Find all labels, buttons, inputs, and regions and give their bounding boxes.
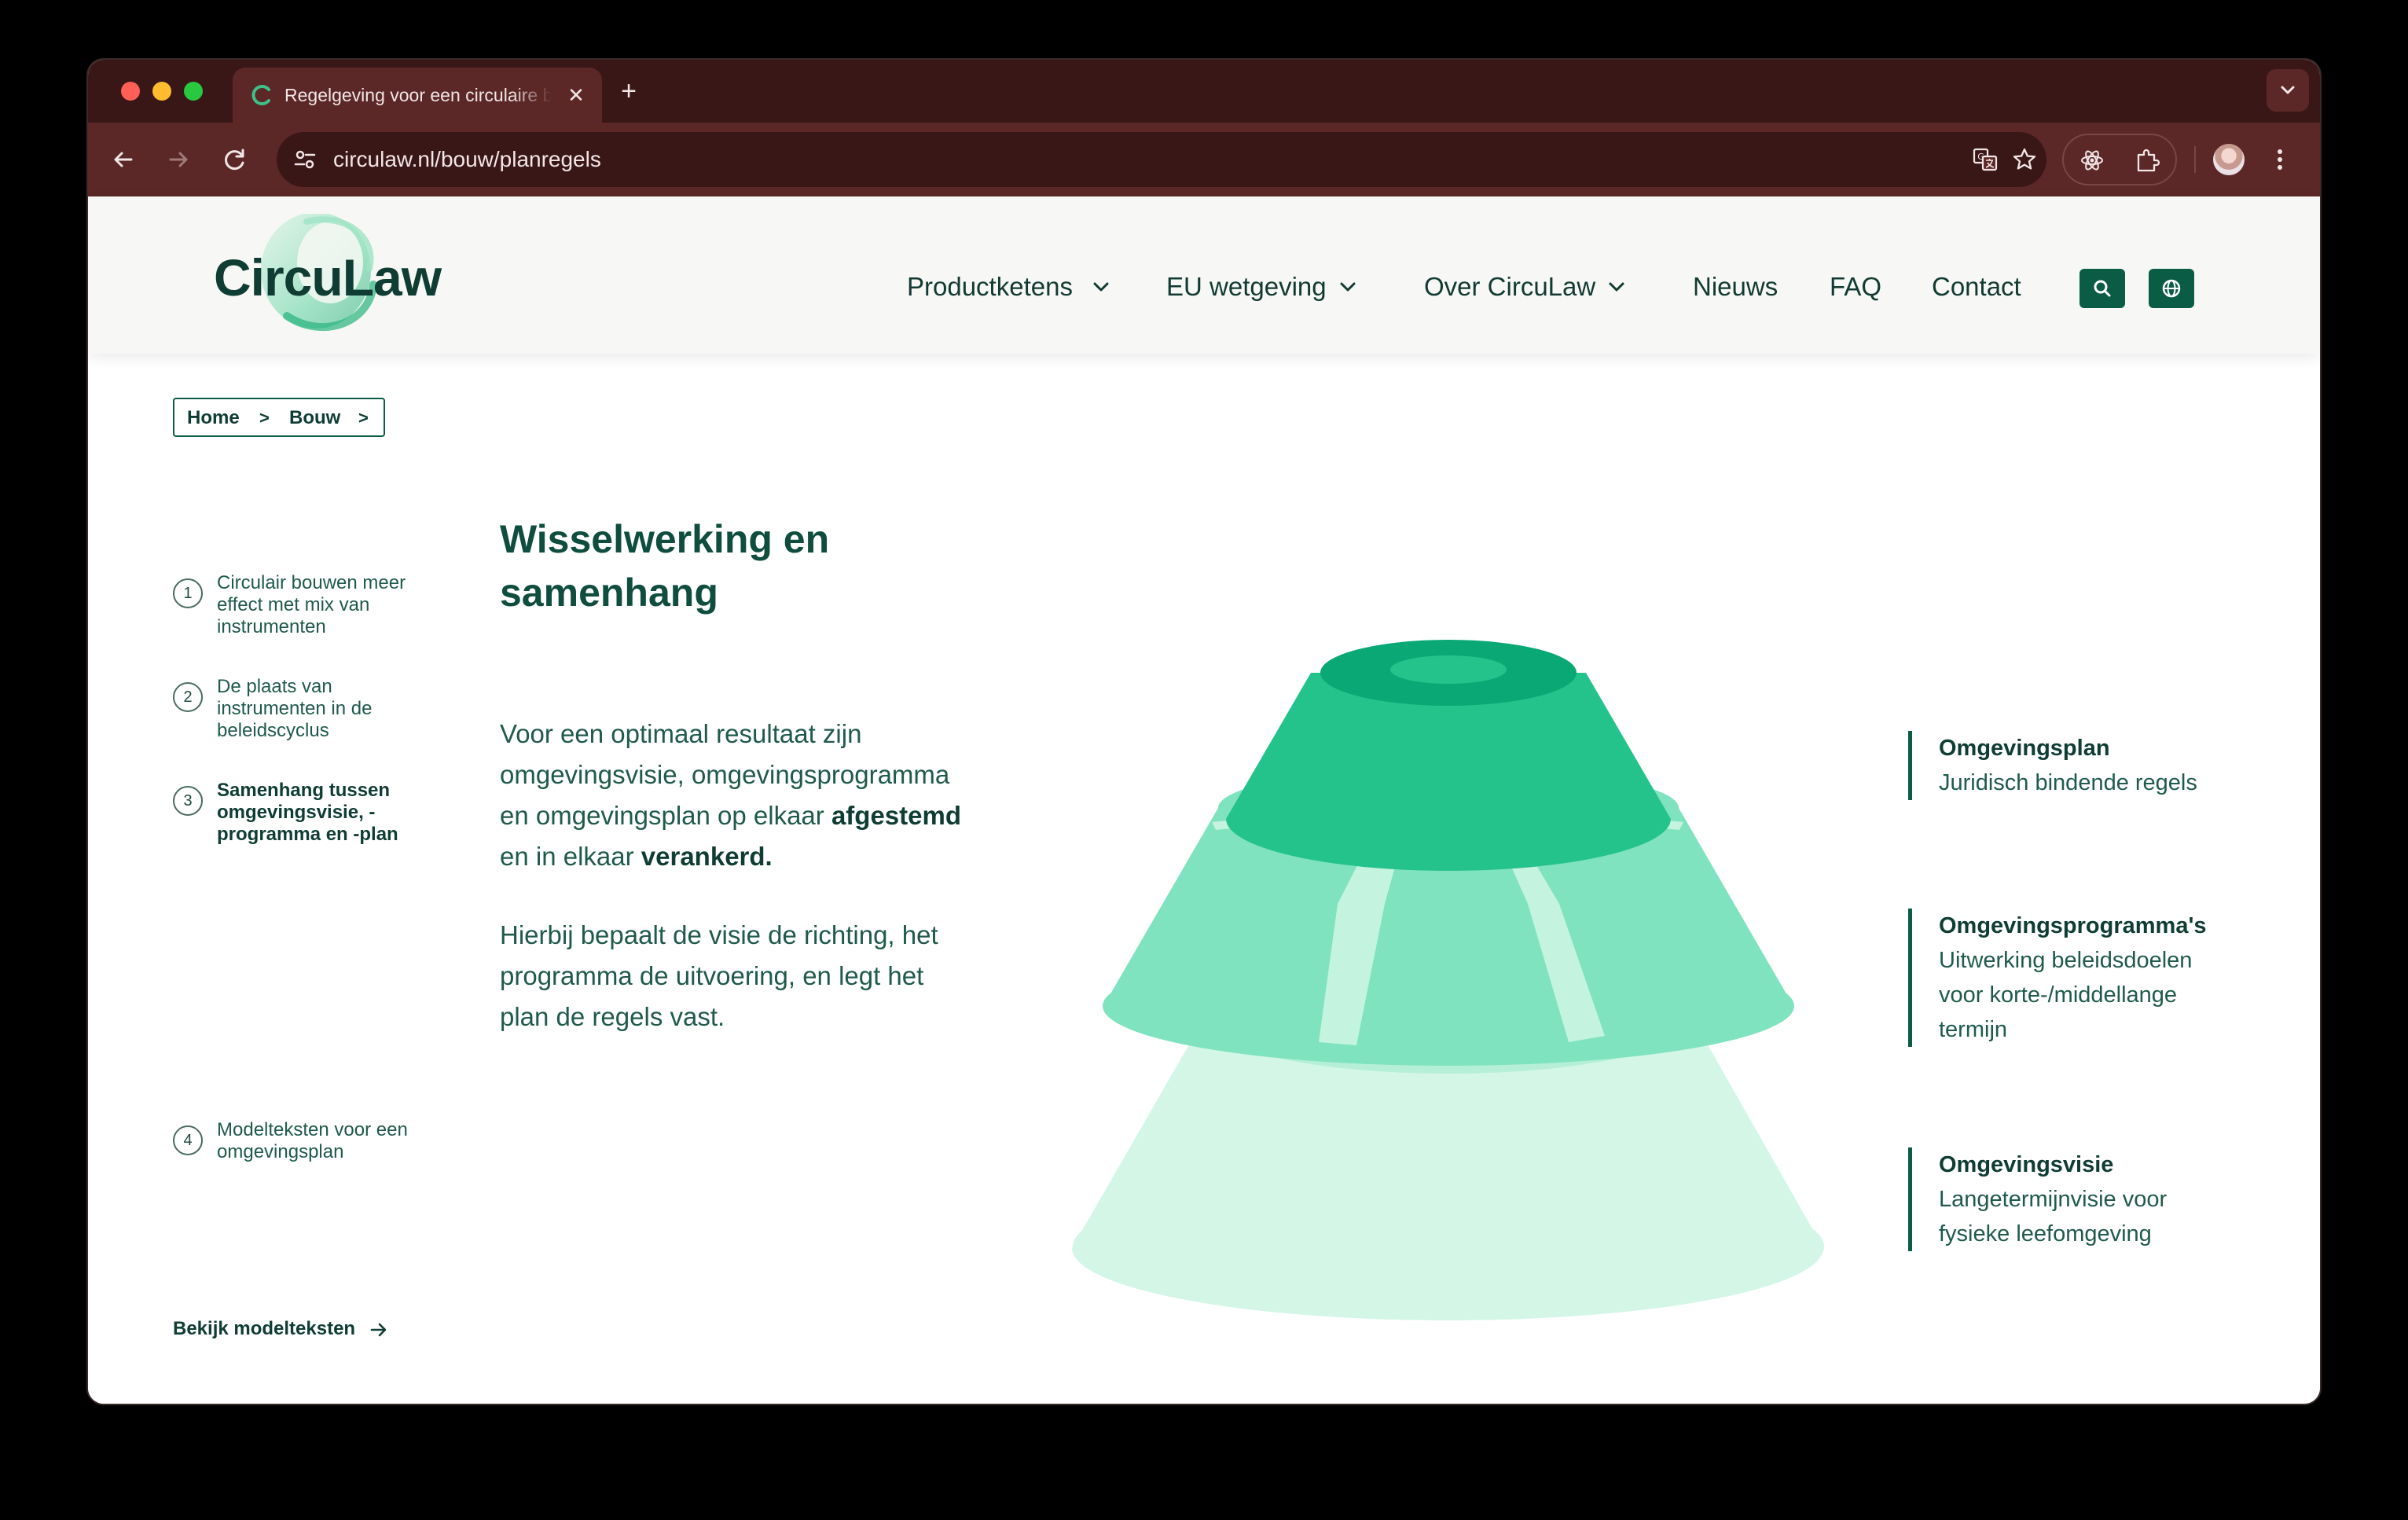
step-label: Modelteksten voor een omgevingsplan bbox=[217, 1119, 408, 1162]
step-number: 4 bbox=[173, 1125, 203, 1155]
arrow-right-icon bbox=[370, 1323, 387, 1337]
nav-item-productketens[interactable]: Productketens bbox=[907, 269, 1073, 305]
legend-description: Langetermijnvisie voor fysieke leefomgev… bbox=[1939, 1187, 2168, 1246]
nav-item-label: FAQ bbox=[1830, 272, 1882, 301]
new-tab-button[interactable]: + bbox=[615, 77, 643, 105]
layered-cone-illustration bbox=[1072, 640, 1824, 1320]
globe-icon bbox=[2162, 279, 2181, 298]
profile-avatar[interactable] bbox=[2213, 144, 2245, 175]
page-title: Wisselwerking en samenhang bbox=[500, 517, 830, 615]
step-label: Samenhang tussen omgevingsvisie, -progra… bbox=[217, 780, 398, 845]
browser-window: Regelgeving voor een circulaire bouw ✕ + bbox=[88, 60, 2320, 1404]
forward-arrow-icon[interactable] bbox=[160, 141, 196, 178]
chevron-down-icon bbox=[2281, 86, 2295, 94]
breadcrumb: Home > Bouw > bbox=[173, 398, 385, 437]
back-arrow-icon[interactable] bbox=[105, 141, 141, 178]
nav-item-label: Over CircuLaw bbox=[1424, 272, 1596, 301]
extensions-group bbox=[2062, 134, 2177, 185]
browser-menu-icon[interactable] bbox=[2268, 141, 2292, 178]
legend-description: Uitwerking beleidsdoelen voor korte-/mid… bbox=[1939, 948, 2193, 1042]
site-header: CircuLaw Productketens EU wetgeving Over C… bbox=[88, 196, 2320, 354]
step-number: 2 bbox=[173, 682, 203, 712]
chevron-down-icon[interactable] bbox=[1606, 277, 1627, 297]
tab-title: Regelgeving voor een circulaire bouw bbox=[284, 85, 552, 105]
intro-text: en in elkaar bbox=[500, 842, 641, 871]
nav-item-label: Productketens bbox=[907, 272, 1073, 301]
nav-item-eu-wetgeving[interactable]: EU wetgeving bbox=[1166, 269, 1327, 305]
minimize-window-button[interactable] bbox=[152, 82, 171, 101]
maximize-window-button[interactable] bbox=[184, 82, 203, 101]
logo-text: CircuLaw bbox=[214, 248, 442, 307]
second-paragraph: Hierbij bepaalt de visie de richting, he… bbox=[500, 920, 938, 1031]
view-model-texts-link[interactable]: Bekijk modelteksten bbox=[173, 1316, 387, 1342]
nav-item-faq[interactable]: FAQ bbox=[1830, 269, 1881, 305]
search-button[interactable] bbox=[2079, 269, 2125, 308]
legend-title: Omgevingsplan bbox=[1939, 736, 2110, 761]
web-page: CircuLaw Productketens EU wetgeving Over C… bbox=[88, 196, 2320, 1404]
language-button[interactable] bbox=[2149, 269, 2194, 308]
toolbar-divider bbox=[2194, 146, 2196, 173]
legend-omgevingsvisie: Omgevingsvisie Langetermijnvisie voor fy… bbox=[1908, 1147, 2238, 1251]
tab-bar: Regelgeving voor een circulaire bouw ✕ + bbox=[88, 60, 2320, 123]
svg-text:G: G bbox=[1977, 152, 1984, 162]
intro-paragraph: Voor een optimaal resultaat zijn omgevin… bbox=[500, 714, 971, 877]
bookmark-star-icon[interactable] bbox=[2010, 145, 2039, 174]
nav-item-over-circulaw[interactable]: Over CircuLaw bbox=[1424, 269, 1595, 305]
nav-item-label: Nieuws bbox=[1693, 272, 1778, 301]
reload-icon[interactable] bbox=[217, 141, 253, 178]
breadcrumb-separator: > bbox=[358, 408, 369, 428]
intro-bold-verankerd: verankerd. bbox=[641, 842, 773, 871]
legend-omgevingsprogrammas: Omgevingsprogramma's Uitwerking beleidsd… bbox=[1908, 909, 2238, 1047]
step-label: De plaats van instrumenten in de beleids… bbox=[217, 676, 373, 741]
search-icon bbox=[2094, 280, 2111, 297]
legend-title: Omgevingsprogramma's bbox=[1939, 913, 2207, 938]
extensions-puzzle-icon[interactable] bbox=[2133, 146, 2161, 174]
breadcrumb-home[interactable]: Home bbox=[187, 406, 240, 431]
react-devtools-icon[interactable] bbox=[2078, 146, 2106, 174]
legend-description: Juridisch bindende regels bbox=[1939, 770, 2197, 795]
tab-close-icon[interactable]: ✕ bbox=[563, 82, 589, 108]
step-label: Circulair bouwen meer effect met mix van… bbox=[217, 572, 406, 637]
breadcrumb-separator: > bbox=[259, 408, 270, 428]
browser-toolbar: circulaw.nl/bouw/planregels G bbox=[88, 123, 2320, 196]
tab-active[interactable]: Regelgeving voor een circulaire bouw ✕ bbox=[233, 68, 602, 123]
legend-title: Omgevingsvisie bbox=[1939, 1152, 2114, 1177]
nav-item-label: EU wetgeving bbox=[1166, 272, 1327, 301]
intro-bold-afgestemd: afgestemd bbox=[831, 801, 962, 830]
content-body: Voor een optimaal resultaat zijn omgevin… bbox=[500, 714, 971, 1075]
close-window-button[interactable] bbox=[121, 82, 140, 101]
translate-icon[interactable]: G bbox=[1971, 145, 1999, 174]
nav-item-label: Contact bbox=[1932, 272, 2021, 301]
breadcrumb-bouw[interactable]: Bouw bbox=[289, 406, 340, 431]
circulaw-favicon-icon bbox=[251, 85, 270, 105]
view-model-texts-label: Bekijk modelteksten bbox=[173, 1318, 356, 1339]
layer-omgevingsplan bbox=[1226, 640, 1671, 871]
step-number: 3 bbox=[173, 786, 203, 816]
circulaw-logo[interactable]: CircuLaw bbox=[212, 214, 448, 332]
nav-item-contact[interactable]: Contact bbox=[1932, 269, 2021, 305]
chevron-down-icon[interactable] bbox=[1338, 277, 1358, 297]
site-settings-icon[interactable] bbox=[291, 145, 319, 174]
step-number: 1 bbox=[173, 578, 203, 608]
legend-omgevingsplan: Omgevingsplan Juridisch bindende regels bbox=[1908, 731, 2238, 800]
chevron-down-icon[interactable] bbox=[1091, 277, 1111, 297]
url-text: circulaw.nl/bouw/planregels bbox=[333, 147, 601, 171]
tab-search-button[interactable] bbox=[2267, 69, 2309, 112]
nav-item-nieuws[interactable]: Nieuws bbox=[1693, 269, 1778, 305]
address-bar[interactable]: circulaw.nl/bouw/planregels G bbox=[277, 132, 2046, 187]
